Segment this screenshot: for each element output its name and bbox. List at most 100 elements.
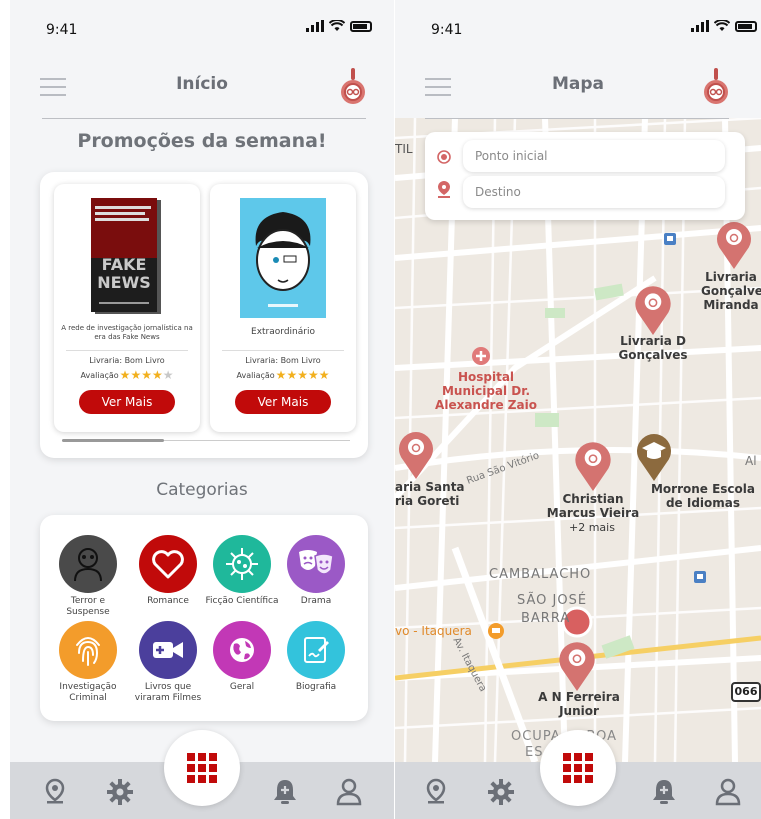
home-grid-button[interactable] — [540, 730, 616, 806]
map-label-til: TIL — [395, 142, 413, 156]
route-066-badge: 066 — [731, 682, 761, 702]
star-icon: ★ — [286, 368, 298, 382]
star-icon: ★ — [119, 368, 131, 382]
location-pin-icon[interactable] — [44, 778, 66, 804]
status-time: 9:41 — [46, 22, 78, 38]
category-drama[interactable]: Drama — [276, 535, 356, 607]
restaurant-icon — [488, 623, 504, 639]
wifi-icon — [329, 20, 345, 31]
book-card[interactable]: FAKE NEWS A rede de investigação jornalí… — [54, 184, 200, 432]
theater-masks-icon — [287, 535, 345, 593]
transit-icon — [664, 233, 676, 245]
add-notification-icon[interactable] — [272, 778, 298, 806]
map-label-hospital: Hospital Municipal Dr. Alexandre Zaio — [435, 370, 537, 412]
book-cover-extraordinario — [240, 198, 326, 318]
map-label-livraria-goncalves: Livraria Gonçalve Miranda — [701, 270, 761, 312]
category-romance[interactable]: Romance — [128, 535, 208, 607]
category-terror[interactable]: Terror e Suspense — [48, 535, 128, 618]
signal-icon — [306, 20, 324, 32]
origin-target-icon — [437, 150, 451, 164]
heart-icon — [139, 535, 197, 593]
header-divider — [42, 118, 366, 119]
zombie-icon — [59, 535, 117, 593]
map-label-sao-jose: SÃO JOSÉ — [517, 593, 588, 608]
battery-icon — [735, 20, 757, 32]
header: Mapa — [395, 60, 761, 116]
grid-icon — [563, 753, 593, 783]
hospital-icon — [472, 347, 490, 365]
grid-icon — [187, 753, 217, 783]
signal-icon — [691, 20, 709, 32]
star-icon: ★ — [318, 368, 330, 382]
header-divider — [425, 118, 729, 119]
map-pin-livraria-goncalves-miranda[interactable] — [713, 218, 755, 270]
status-time: 9:41 — [431, 22, 463, 38]
book-rating: Avaliação ★★★★★ — [80, 368, 174, 382]
map-pin-morrone-escola[interactable] — [633, 430, 675, 482]
video-camera-icon — [139, 621, 197, 679]
map-pin-christian-marcus-vieira[interactable] — [571, 438, 615, 492]
start-point-input[interactable] — [463, 140, 725, 172]
categories-title: Categorias — [156, 480, 248, 500]
svg-text:NEWS: NEWS — [97, 273, 151, 292]
map-label-morrone: Morrone Escola de Idiomas — [650, 482, 756, 510]
star-icon: ★ — [130, 368, 142, 382]
book-title: Extraordinário — [251, 327, 315, 337]
route-search-panel — [425, 132, 745, 220]
ver-mais-button[interactable]: Ver Mais — [79, 390, 175, 414]
user-profile-icon[interactable] — [715, 778, 741, 806]
globe-icon — [213, 621, 271, 679]
fingerprint-icon — [59, 621, 117, 679]
location-pin-icon[interactable] — [425, 778, 447, 804]
category-geral[interactable]: Geral — [202, 621, 282, 693]
book-store: Livraria: Bom Livro — [245, 356, 321, 365]
carousel-scroll-thumb[interactable] — [62, 439, 164, 442]
star-icon: ★ — [141, 368, 152, 382]
home-screen: 9:41 Início Promoções da semana! FAKE NE… — [10, 0, 394, 819]
promo-carousel[interactable]: FAKE NEWS A rede de investigação jornalí… — [40, 172, 368, 458]
map-pin-an-ferreira-junior[interactable] — [555, 638, 599, 692]
star-icon: ★ — [151, 368, 163, 382]
map-pin-santa-goreti[interactable] — [395, 428, 437, 480]
destination-pin-icon — [438, 181, 450, 198]
promo-title: Promoções da semana! — [77, 130, 327, 152]
header: Início — [10, 60, 394, 116]
add-notification-icon[interactable] — [651, 778, 677, 806]
status-bar: 9:41 — [10, 0, 394, 60]
map-label-christian: Christian Marcus Vieira — [546, 492, 640, 520]
book-card[interactable]: Extraordinário Livraria: Bom Livro Avali… — [210, 184, 356, 432]
map-pin-livraria-d-goncalves[interactable] — [631, 282, 675, 336]
map-label-cambalacho: CAMBALACHO — [489, 567, 592, 582]
writing-icon — [287, 621, 345, 679]
map-label-santa-goreti: aria Santa ria Goreti — [395, 480, 465, 508]
map-label-al: Al — [745, 454, 757, 468]
map-label-ferreira: A N Ferreira Junior — [538, 690, 620, 718]
category-filmes[interactable]: Livros que viraram Filmes — [128, 621, 208, 704]
category-investigacao[interactable]: Investigação Criminal — [48, 621, 128, 704]
book-cover-fake-news: FAKE NEWS — [91, 198, 161, 314]
wifi-icon — [714, 20, 730, 31]
app-logo-icon — [341, 68, 365, 104]
app-logo-icon — [704, 68, 728, 104]
star-icon: ★ — [275, 368, 287, 382]
star-icon: ★ — [297, 368, 308, 382]
categories-panel: Terror e Suspense Romance Ficção Científ… — [40, 515, 368, 721]
status-bar: 9:41 — [395, 0, 761, 60]
book-title: A rede de investigação jornalística na e… — [61, 324, 193, 341]
destination-input[interactable] — [463, 176, 725, 208]
map-label-barra: BARRA — [521, 611, 571, 626]
category-ficcao[interactable]: Ficção Científica — [202, 535, 282, 607]
user-profile-icon[interactable] — [336, 778, 362, 806]
map-label-livraria-d: Livraria D Gonçalves — [618, 334, 688, 362]
virus-icon — [213, 535, 271, 593]
ver-mais-button[interactable]: Ver Mais — [235, 390, 331, 414]
home-grid-button[interactable] — [164, 730, 240, 806]
transit-icon — [694, 571, 706, 583]
book-rating: Avaliação ★★★★★ — [236, 368, 330, 382]
map-screen: 066 TIL Livraria Gonçalve Miranda Livrar… — [395, 0, 761, 819]
gear-icon[interactable] — [106, 778, 134, 806]
category-biografia[interactable]: Biografia — [276, 621, 356, 693]
svg-text:FAKE: FAKE — [102, 255, 147, 274]
gear-icon[interactable] — [487, 778, 515, 806]
star-icon: ★ — [162, 368, 174, 382]
